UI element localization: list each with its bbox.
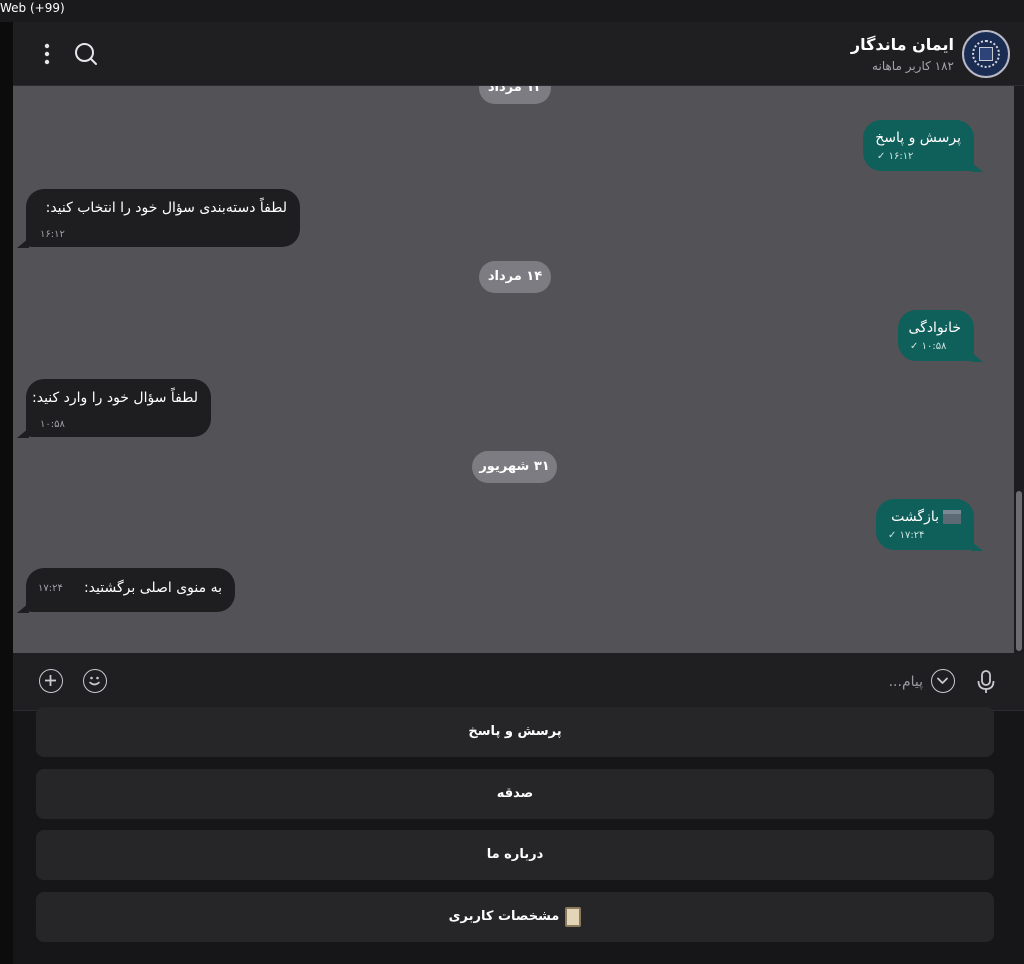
- message-text: لطفاً سؤال خود را وارد کنید:: [32, 390, 198, 406]
- message-label: بازگشت: [891, 509, 939, 525]
- message-text: بازگشت: [891, 509, 961, 525]
- message-time: ۱۷:۲۴: [899, 530, 925, 541]
- chat-area[interactable]: ۱۲ مرداد پرسش و پاسخ ۱۶:۱۲ ✓ لطفاً دسته‌…: [13, 86, 1014, 653]
- bubble-tail: [971, 541, 983, 551]
- search-button[interactable]: [73, 41, 99, 67]
- emoji-icon: [89, 676, 100, 686]
- message-meta: ۱۷:۲۴ ✓: [888, 530, 924, 541]
- message-text: خانوادگی: [908, 320, 961, 336]
- more-vertical-icon: [44, 43, 50, 65]
- voice-button[interactable]: [975, 668, 997, 696]
- message-time: ۱۷:۲۴: [38, 583, 63, 594]
- chat-header: ایمان ماندگار ۱۸۲ کاربر ماهانه: [13, 22, 1024, 86]
- bot-reply-keyboard: پرسش و پاسخ صدقه درباره ما مشخصات کاربری: [13, 707, 1024, 964]
- keyboard-button-qa[interactable]: پرسش و پاسخ: [36, 707, 994, 757]
- window-title: Web (+99): [0, 1, 65, 15]
- bubble-tail: [971, 352, 983, 362]
- more-menu-button[interactable]: [39, 41, 55, 67]
- message-time: ۱۶:۱۲: [40, 229, 65, 240]
- calendar-emoji-icon: [943, 510, 961, 524]
- keyboard-button-label: مشخصات کاربری: [448, 909, 560, 924]
- bot-avatar[interactable]: [962, 30, 1010, 78]
- bubble-tail: [17, 603, 29, 613]
- message-text: لطفاً دسته‌بندی سؤال خود را انتخاب کنید:: [45, 200, 287, 216]
- message-meta: ۱۶:۱۲ ✓: [877, 151, 913, 162]
- add-icon: [45, 675, 56, 686]
- attach-button[interactable]: [39, 669, 63, 693]
- bubble-tail: [17, 428, 29, 438]
- chevron-down-icon: [937, 677, 948, 684]
- keyboard-button-profile[interactable]: مشخصات کاربری: [36, 892, 994, 942]
- bubble-tail: [17, 238, 29, 248]
- message-outgoing[interactable]: خانوادگی ۱۰:۵۸ ✓: [898, 310, 974, 361]
- message-composer: [13, 653, 1024, 711]
- keyboard-button-about[interactable]: درباره ما: [36, 830, 994, 880]
- left-edge: [0, 22, 13, 964]
- message-incoming[interactable]: لطفاً دسته‌بندی سؤال خود را انتخاب کنید:…: [26, 189, 300, 247]
- keyboard-toggle-button[interactable]: [931, 669, 955, 693]
- message-text: پرسش و پاسخ: [875, 130, 961, 146]
- date-separator: ۳۱ شهریور: [472, 451, 557, 483]
- search-icon: [75, 43, 97, 65]
- date-separator: ۱۲ مرداد: [479, 86, 551, 104]
- keyboard-button-charity[interactable]: صدقه: [36, 769, 994, 819]
- message-meta: ۱۰:۵۸ ✓: [910, 341, 946, 352]
- clipboard-emoji-icon: [565, 906, 582, 927]
- microphone-icon: [977, 670, 995, 693]
- message-input[interactable]: [163, 669, 923, 695]
- scrollbar-thumb[interactable]: [1016, 491, 1022, 651]
- message-outgoing[interactable]: پرسش و پاسخ ۱۶:۱۲ ✓: [863, 120, 974, 171]
- date-separator: ۱۴ مرداد: [479, 261, 551, 293]
- message-incoming[interactable]: به منوی اصلی برگشتید: ۱۷:۲۴: [26, 568, 235, 612]
- message-text: به منوی اصلی برگشتید:: [83, 580, 222, 596]
- read-check-icon: ✓: [877, 151, 886, 162]
- bot-monthly-users: ۱۸۲ کاربر ماهانه: [872, 59, 954, 73]
- message-incoming[interactable]: لطفاً سؤال خود را وارد کنید: ۱۰:۵۸: [26, 379, 211, 437]
- bot-name[interactable]: ایمان ماندگار: [851, 35, 954, 54]
- read-check-icon: ✓: [910, 341, 919, 352]
- read-check-icon: ✓: [888, 530, 897, 541]
- emoji-button[interactable]: [83, 669, 107, 693]
- message-time: ۱۰:۵۸: [921, 341, 947, 352]
- message-outgoing[interactable]: بازگشت ۱۷:۲۴ ✓: [876, 499, 974, 550]
- message-time: ۱۰:۵۸: [40, 419, 65, 430]
- bubble-tail: [971, 162, 983, 172]
- message-time: ۱۶:۱۲: [888, 151, 914, 162]
- avatar-seal-core: [979, 47, 993, 61]
- chat-scrollbar[interactable]: [1014, 86, 1024, 653]
- window-titlebar: Web (+99): [0, 0, 1024, 22]
